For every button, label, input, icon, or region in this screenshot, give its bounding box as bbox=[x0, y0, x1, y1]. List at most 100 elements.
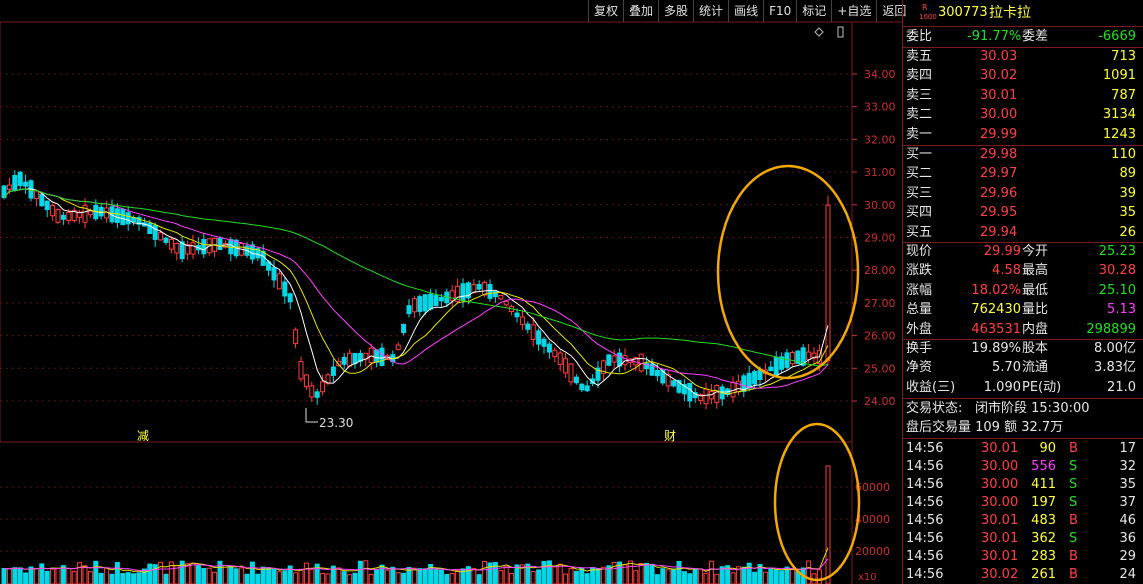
volume-bar bbox=[50, 568, 56, 584]
tick-count: 46 bbox=[1119, 513, 1136, 528]
candle-body bbox=[125, 212, 131, 225]
volume-bar bbox=[66, 568, 72, 584]
quote-value: 463531 bbox=[971, 321, 1021, 337]
quote-row: 涨跌 4.58 最高 30.28 bbox=[903, 262, 1143, 280]
volume-bar bbox=[266, 567, 272, 584]
candle-body bbox=[525, 323, 531, 330]
candle-body bbox=[152, 224, 158, 240]
volume-bar bbox=[347, 574, 353, 584]
candle-body bbox=[579, 383, 585, 391]
tick-time: 14:56 bbox=[906, 441, 944, 456]
candle-body bbox=[168, 238, 174, 250]
volume-bar bbox=[741, 566, 747, 584]
toolbar-item-1[interactable]: 叠加 bbox=[623, 0, 658, 22]
quote-row: 涨幅 18.02% 最低 25.10 bbox=[903, 282, 1143, 300]
volume-bar bbox=[255, 573, 261, 584]
volume-bar bbox=[476, 574, 482, 584]
bids-row: 买三 29.96 39 bbox=[903, 185, 1143, 203]
volume-bar bbox=[282, 570, 288, 584]
volume-bar bbox=[71, 570, 77, 584]
volume-bar bbox=[104, 567, 110, 584]
volume-bar bbox=[141, 568, 147, 584]
bids-price: 29.97 bbox=[980, 166, 1018, 182]
volume-bar bbox=[654, 574, 660, 584]
toolbar-item-4[interactable]: 画线 bbox=[728, 0, 763, 22]
tick-side: S bbox=[1069, 459, 1078, 474]
quote-label: 现价 bbox=[906, 244, 933, 259]
candle-body bbox=[638, 353, 644, 372]
volume-bar bbox=[298, 569, 304, 584]
tick-price: 30.00 bbox=[981, 459, 1019, 474]
kline-chart[interactable]: 34.00 33.00 32.00 31.00 30.00 29.00 28.00 27.00… bbox=[0, 0, 902, 584]
toolbar-item-3[interactable]: 统计 bbox=[693, 0, 728, 22]
toolbar: 复权 叠加 多股 统计 画线 F10 标记 +自选 返回 bbox=[588, 0, 911, 22]
toolbar-item-5[interactable]: F10 bbox=[763, 0, 796, 22]
candle-body bbox=[163, 237, 169, 243]
candle-body bbox=[114, 208, 120, 223]
quote-label: 涨跌 bbox=[906, 263, 933, 279]
bids-label: 买三 bbox=[906, 185, 933, 201]
bids-label: 买一 bbox=[906, 147, 933, 162]
bids-row: 买一 29.98 110 bbox=[903, 146, 1143, 164]
tick-row: 14:56 30.00 556 S 32 bbox=[903, 458, 1143, 476]
volume-bar bbox=[503, 566, 509, 584]
price-tick-label: 31.00 bbox=[864, 166, 896, 179]
volume-bar bbox=[779, 570, 785, 584]
price-tick-label: 27.00 bbox=[864, 297, 896, 310]
volume-bar bbox=[698, 568, 704, 584]
bids-row: 买四 29.95 35 bbox=[903, 204, 1143, 222]
candle-body bbox=[60, 214, 66, 220]
tick-time: 14:56 bbox=[906, 477, 944, 492]
asks-label: 卖四 bbox=[906, 68, 933, 84]
volume-bar bbox=[703, 572, 709, 584]
tick-time: 14:56 bbox=[906, 495, 944, 510]
asks-price: 30.01 bbox=[980, 87, 1018, 103]
asks-price: 30.00 bbox=[980, 107, 1018, 123]
volume-bar bbox=[573, 570, 579, 584]
candle-body bbox=[406, 305, 412, 315]
volume-bar bbox=[681, 571, 687, 584]
quote-row: 外盘 463531 内盘 298899 bbox=[903, 321, 1143, 339]
volume-bar bbox=[163, 573, 169, 584]
fund-label: 换手 bbox=[906, 341, 933, 356]
volume-bar bbox=[23, 572, 29, 584]
candle-body bbox=[703, 388, 709, 405]
tick-price: 30.02 bbox=[981, 567, 1019, 582]
volume-bar bbox=[336, 567, 342, 584]
highlight-ellipse-volume bbox=[773, 422, 861, 582]
volume-bar bbox=[633, 570, 639, 584]
toolbar-item-7[interactable]: +自选 bbox=[831, 0, 876, 22]
volume-bar bbox=[584, 573, 590, 584]
volume-bar bbox=[158, 561, 164, 584]
stock-name: 拉卡拉 bbox=[989, 5, 1031, 21]
candle-body bbox=[411, 298, 417, 313]
candle-body bbox=[789, 351, 795, 365]
price-tick-label: 29.00 bbox=[864, 232, 896, 245]
volume-bar bbox=[595, 568, 601, 584]
toolbar-item-6[interactable]: 标记 bbox=[796, 0, 831, 22]
volume-bar bbox=[455, 569, 461, 584]
toolbar-item-2[interactable]: 多股 bbox=[658, 0, 693, 22]
quote-value: 762430 bbox=[971, 302, 1021, 318]
candle-body bbox=[546, 343, 552, 353]
quote-label: 今开 bbox=[1022, 244, 1049, 259]
tick-count: 35 bbox=[1119, 477, 1136, 492]
volume-bar bbox=[471, 567, 477, 584]
tick-row: 14:56 30.01 483 B 46 bbox=[903, 512, 1143, 530]
candle-body bbox=[573, 376, 579, 384]
tick-count: 37 bbox=[1119, 495, 1136, 510]
volume-bar bbox=[341, 571, 347, 584]
candle-body bbox=[752, 371, 758, 385]
volume-bar bbox=[627, 560, 633, 584]
fund-value: 8.00亿 bbox=[1094, 341, 1136, 356]
candle-body bbox=[735, 380, 741, 393]
quote-label: 量比 bbox=[1022, 302, 1049, 318]
volume-bar bbox=[482, 560, 488, 584]
toolbar-item-0[interactable]: 复权 bbox=[588, 0, 623, 22]
stock-code: 300773 bbox=[938, 5, 988, 20]
candle-body bbox=[460, 283, 466, 301]
volume-bar bbox=[692, 568, 698, 584]
fund-value: 19.89% bbox=[971, 341, 1021, 356]
fund-value: 21.0 bbox=[1107, 379, 1136, 395]
quote-value: 29.99 bbox=[983, 244, 1021, 259]
